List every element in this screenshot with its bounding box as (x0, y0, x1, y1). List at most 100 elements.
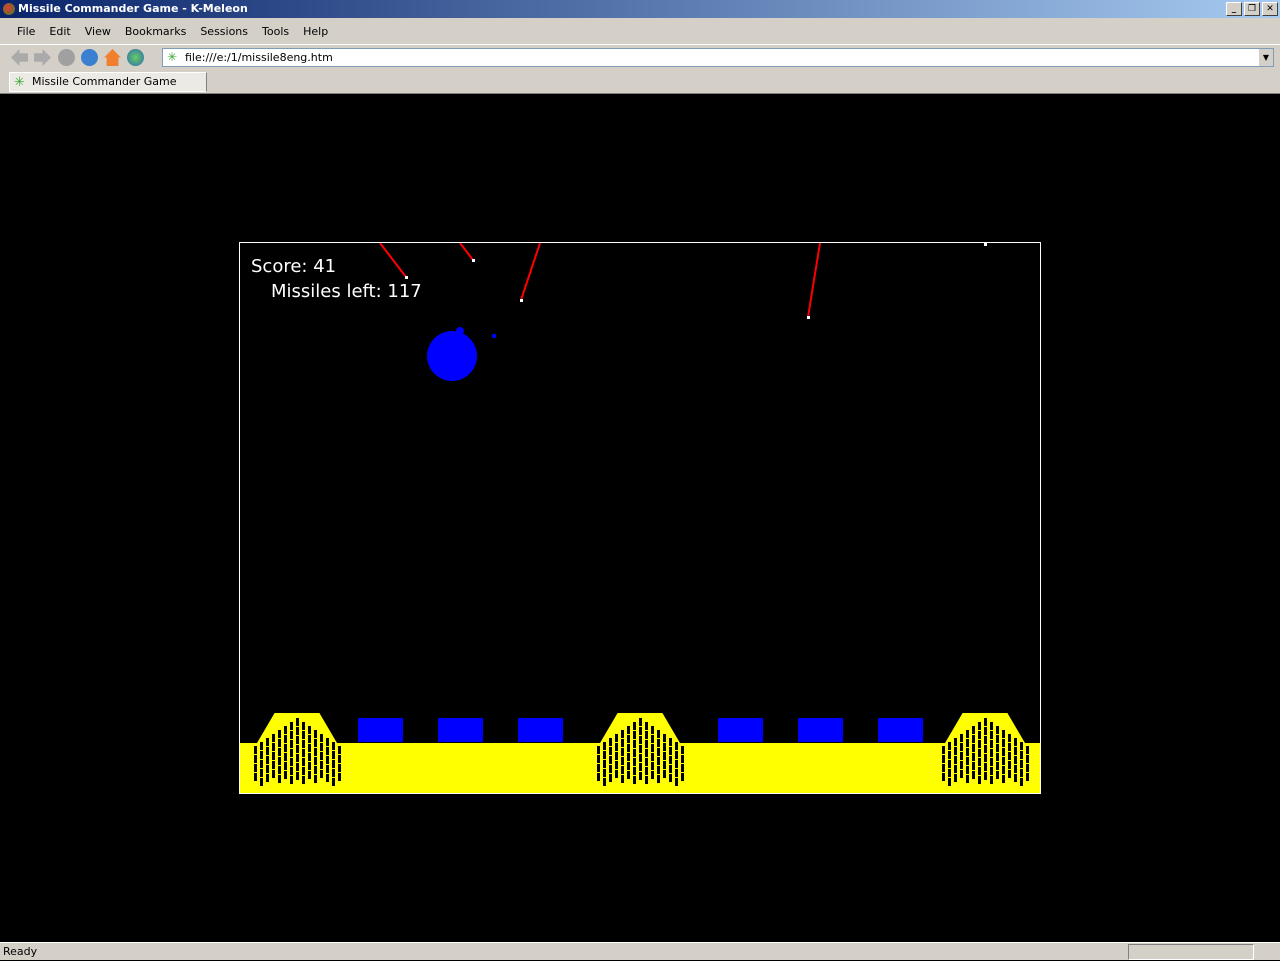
address-dropdown-button[interactable]: ▼ (1259, 49, 1273, 66)
enemy-missile-head (520, 299, 523, 302)
ammo-icon (278, 748, 281, 756)
ammo-icon (615, 743, 618, 751)
ammo-icon (942, 755, 945, 763)
ammo-icon (954, 738, 957, 746)
ammo-icon (296, 754, 299, 762)
menu-help[interactable]: Help (296, 25, 335, 38)
ammo-icon (308, 771, 311, 779)
ammo-icon (639, 736, 642, 744)
ammo-icon (990, 731, 993, 739)
ammo-icon (326, 765, 329, 773)
maximize-button[interactable]: ❐ (1244, 2, 1260, 16)
ammo-icon (314, 730, 317, 738)
tab-missile-commander[interactable]: ✳ Missile Commander Game (9, 72, 207, 92)
ammo-icon (669, 747, 672, 755)
ammo-icon (978, 758, 981, 766)
ammo-icon (669, 756, 672, 764)
ammo-icon (320, 752, 323, 760)
ammo-icon (615, 770, 618, 778)
ammo-icon (663, 770, 666, 778)
ammo-icon (603, 751, 606, 759)
address-bar[interactable]: ✳ file:///e:/1/missile8eng.htm ▼ (162, 48, 1274, 67)
ammo-icon (320, 734, 323, 742)
ammo-icon (302, 740, 305, 748)
ammo-icon (990, 767, 993, 775)
ammo-icon (284, 744, 287, 752)
ammo-icon (639, 763, 642, 771)
ammo-icon (984, 727, 987, 735)
ammo-icon (1002, 739, 1005, 747)
ammo-icon (978, 731, 981, 739)
ammo-icon (1008, 770, 1011, 778)
ammo-icon (639, 727, 642, 735)
stop-icon[interactable] (58, 49, 75, 66)
ammo-icon (645, 758, 648, 766)
ammo-icon (663, 752, 666, 760)
city (358, 718, 403, 742)
back-icon[interactable] (11, 49, 28, 66)
ammo-icon (332, 751, 335, 759)
title-bar: Missile Commander Game - K-Meleon _ ❐ ✕ (0, 0, 1280, 18)
ammo-icon (296, 718, 299, 726)
ammo-icon (308, 735, 311, 743)
reload-icon[interactable] (81, 49, 98, 66)
ammo-icon (972, 753, 975, 761)
ammo-icon (597, 755, 600, 763)
menu-edit[interactable]: Edit (42, 25, 77, 38)
minimize-button[interactable]: _ (1226, 2, 1242, 16)
ammo-icon (314, 757, 317, 765)
ammo-icon (681, 746, 684, 754)
ammo-icon (996, 726, 999, 734)
close-button[interactable]: ✕ (1262, 2, 1278, 16)
ammo-icon (332, 778, 335, 786)
ammo-icon (996, 753, 999, 761)
globe-icon[interactable] (127, 49, 144, 66)
ammo-icon (948, 751, 951, 759)
ammo-icon (290, 767, 293, 775)
status-panel (1128, 944, 1254, 960)
ammo-icon (302, 767, 305, 775)
home-icon[interactable] (104, 49, 121, 66)
menu-sessions[interactable]: Sessions (193, 25, 255, 38)
ammo-icon (954, 774, 957, 782)
ammo-icon (639, 718, 642, 726)
ammo-icon (609, 747, 612, 755)
ammo-icon (296, 727, 299, 735)
ammo-icon (284, 735, 287, 743)
ammo-icon (278, 739, 281, 747)
ammo-icon (960, 743, 963, 751)
ammo-icon (302, 731, 305, 739)
ammo-icon (990, 776, 993, 784)
ammo-icon (627, 771, 630, 779)
ammo-icon (302, 776, 305, 784)
ammo-icon (651, 771, 654, 779)
ammo-icon (272, 734, 275, 742)
ammo-icon (296, 745, 299, 753)
ammo-icon (609, 765, 612, 773)
ammo-icon (990, 758, 993, 766)
ammo-icon (1008, 752, 1011, 760)
ammo-icon (320, 743, 323, 751)
menu-view[interactable]: View (78, 25, 118, 38)
ammo-icon (960, 761, 963, 769)
ammo-icon (278, 775, 281, 783)
ammo-icon (1026, 746, 1029, 754)
menu-file[interactable]: File (10, 25, 42, 38)
ammo-icon (621, 748, 624, 756)
ammo-icon (615, 761, 618, 769)
ammo-icon (308, 726, 311, 734)
game-canvas[interactable]: Score: 41 Missiles left: 117 (239, 242, 1041, 794)
ammo-icon (972, 726, 975, 734)
ammo-icon (603, 778, 606, 786)
menu-bookmarks[interactable]: Bookmarks (118, 25, 193, 38)
enemy-missile-trail (808, 243, 820, 317)
ammo-icon (597, 746, 600, 754)
ammo-icon (633, 722, 636, 730)
ammo-icon (320, 770, 323, 778)
ammo-icon (669, 738, 672, 746)
forward-icon[interactable] (34, 49, 51, 66)
menu-tools[interactable]: Tools (255, 25, 296, 38)
ammo-icon (1014, 756, 1017, 764)
ammo-icon (948, 742, 951, 750)
ammo-icon (254, 764, 257, 772)
